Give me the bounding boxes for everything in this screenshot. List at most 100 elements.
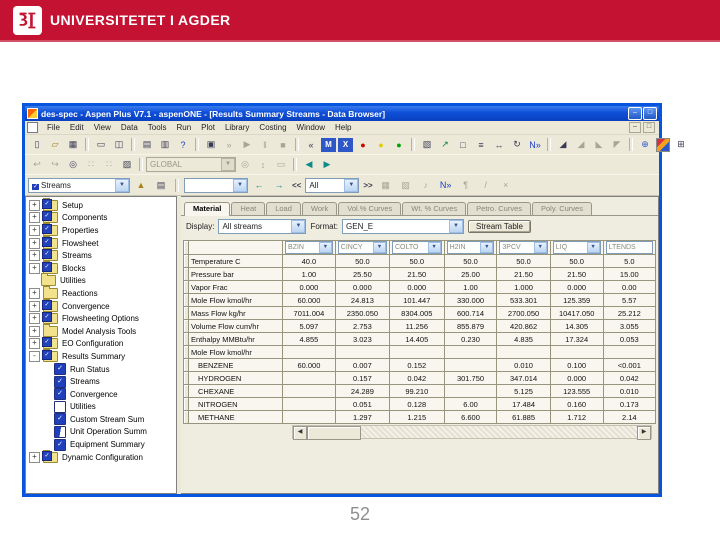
tree-item-streams[interactable]: ✓ Streams: [26, 375, 176, 388]
status-green-icon[interactable]: ●: [390, 136, 408, 153]
web-icon[interactable]: ⊕: [636, 136, 654, 153]
insert-block-icon[interactable]: □: [454, 136, 472, 153]
chevron-down-icon[interactable]: ▼: [318, 242, 332, 253]
mdi-child-icon[interactable]: [27, 122, 38, 133]
move-right-icon[interactable]: ▶: [318, 156, 336, 173]
next-input-icon[interactable]: N»: [437, 177, 455, 194]
data-fit-icon[interactable]: M: [321, 137, 336, 152]
new-icon[interactable]: ▯: [28, 136, 46, 153]
menu-library[interactable]: Library: [220, 123, 254, 132]
plot-xy-icon[interactable]: ◢: [554, 136, 572, 153]
scroll-left-button[interactable]: ◀: [293, 426, 307, 440]
chevron-down-icon[interactable]: ▼: [233, 178, 247, 192]
chevron-down-icon[interactable]: ▼: [586, 242, 600, 253]
datasheet-icon[interactable]: ⊞: [672, 136, 690, 153]
chevron-down-icon[interactable]: ▼: [291, 220, 306, 233]
chevron-down-icon[interactable]: ▼: [373, 242, 386, 253]
menu-edit[interactable]: Edit: [65, 123, 89, 132]
export-image-icon[interactable]: ▨: [118, 156, 136, 173]
print-preview-icon[interactable]: ◫: [110, 136, 128, 153]
tree-item-convergence[interactable]: ✓ Convergence: [26, 388, 176, 401]
menu-run[interactable]: Run: [171, 123, 196, 132]
capture-icon[interactable]: ◎: [64, 156, 82, 173]
excel-x-icon[interactable]: X: [338, 137, 353, 152]
move-left-icon[interactable]: ◀: [300, 156, 318, 173]
child-restore-button[interactable]: □: [643, 122, 655, 133]
reinitialize-icon[interactable]: «: [302, 136, 320, 153]
stream-combo[interactable]: COLTO ▼: [392, 241, 442, 254]
expand-icon[interactable]: +: [29, 224, 40, 236]
tab-work[interactable]: Work: [301, 202, 338, 215]
rotate-icon[interactable]: ↻: [508, 136, 526, 153]
tab-petro-curves[interactable]: Petro. Curves: [467, 202, 531, 215]
expand-icon[interactable]: +: [29, 250, 40, 262]
section-icon[interactable]: ≡: [472, 136, 490, 153]
stream-table-button[interactable]: Stream Table: [468, 220, 532, 233]
save-icon[interactable]: ▦: [64, 136, 82, 153]
expand-icon[interactable]: +: [29, 262, 40, 274]
menu-tools[interactable]: Tools: [143, 123, 172, 132]
whats-this-icon[interactable]: ?: [174, 136, 192, 153]
menu-data[interactable]: Data: [116, 123, 143, 132]
maximize-button[interactable]: □: [643, 107, 657, 120]
stream-combo[interactable]: LTENDS: [605, 241, 653, 254]
tab-load[interactable]: Load: [266, 202, 301, 215]
flowsheet-icon[interactable]: ▧: [418, 136, 436, 153]
menu-window[interactable]: Window: [292, 123, 330, 132]
scrollbar-thumb[interactable]: [307, 426, 361, 440]
window-titlebar[interactable]: des-spec - Aspen Plus V7.1 - aspenONE - …: [25, 106, 659, 121]
status-yellow-icon[interactable]: ●: [372, 136, 390, 153]
chevron-down-icon[interactable]: ▼: [449, 220, 464, 233]
next-input-icon[interactable]: N»: [526, 136, 544, 153]
menu-file[interactable]: File: [42, 123, 65, 132]
next-sheet-button[interactable]: >>: [361, 181, 374, 190]
minimize-button[interactable]: –: [628, 107, 642, 120]
forward-arrow-icon[interactable]: →: [270, 177, 288, 194]
tab-material[interactable]: Material: [184, 202, 231, 216]
expand-icon[interactable]: +: [29, 300, 40, 312]
chevron-down-icon[interactable]: ▼: [533, 242, 547, 253]
expand-icon[interactable]: +: [29, 212, 40, 224]
menu-help[interactable]: Help: [330, 123, 356, 132]
expand-icon[interactable]: +: [29, 237, 40, 249]
back-arrow-icon[interactable]: ←: [250, 177, 268, 194]
horizontal-scrollbar[interactable]: ◀ ▶: [292, 425, 652, 440]
object-combo[interactable]: ✓ Streams ▼: [28, 177, 130, 193]
display-combo[interactable]: All streams ▼: [218, 219, 307, 234]
align-icon[interactable]: ↔: [490, 136, 508, 153]
expand-icon[interactable]: +: [29, 451, 40, 463]
scrollbar-track[interactable]: [361, 426, 637, 438]
tab-heat[interactable]: Heat: [231, 202, 266, 215]
parent-node-icon[interactable]: ▲: [132, 177, 150, 194]
stream-combo[interactable]: H2IN ▼: [446, 241, 495, 254]
menu-view[interactable]: View: [89, 123, 116, 132]
paste-icon[interactable]: ▥: [156, 136, 174, 153]
format-combo[interactable]: GEN_E ▼: [342, 219, 465, 234]
chevron-down-icon[interactable]: ▼: [427, 242, 441, 253]
expand-icon[interactable]: +: [29, 313, 40, 325]
aspen-icon[interactable]: [656, 137, 670, 152]
expand-icon[interactable]: +: [29, 338, 40, 350]
status-red-icon[interactable]: ●: [354, 136, 372, 153]
tree-item-unit-operation-summ[interactable]: Unit Operation Summ: [26, 425, 176, 439]
tree-item-utilities[interactable]: ✓ Utilities: [26, 400, 176, 414]
previous-sheet-button[interactable]: <<: [290, 181, 303, 190]
copy-icon[interactable]: ▤: [138, 136, 156, 153]
collapse-icon[interactable]: -: [29, 350, 40, 362]
scroll-right-button[interactable]: ▶: [637, 426, 651, 440]
tree-item-custom-stream-sum[interactable]: ✓ Custom Stream Sum: [26, 413, 176, 426]
sheet-icon[interactable]: ▤: [152, 177, 170, 194]
tab-vol-curves[interactable]: Vol.% Curves: [338, 202, 402, 215]
tree-item-run-status[interactable]: ✓ Run Status: [26, 363, 176, 376]
tree-item-dynamic-configuration[interactable]: + ✓ Dynamic Configuration: [26, 449, 176, 464]
chevron-down-icon[interactable]: ▼: [344, 178, 359, 192]
stream-combo[interactable]: LIQ ▼: [552, 241, 601, 254]
tab-poly-curves[interactable]: Poly. Curves: [532, 202, 592, 215]
expand-icon[interactable]: +: [29, 325, 40, 337]
stream-combo[interactable]: CINCY ▼: [337, 241, 387, 254]
control-panel-icon[interactable]: ▣: [202, 136, 220, 153]
expand-icon[interactable]: +: [29, 287, 40, 299]
expand-icon[interactable]: +: [29, 199, 40, 211]
menu-plot[interactable]: Plot: [196, 123, 220, 132]
insert-stream-icon[interactable]: ↗: [436, 136, 454, 153]
